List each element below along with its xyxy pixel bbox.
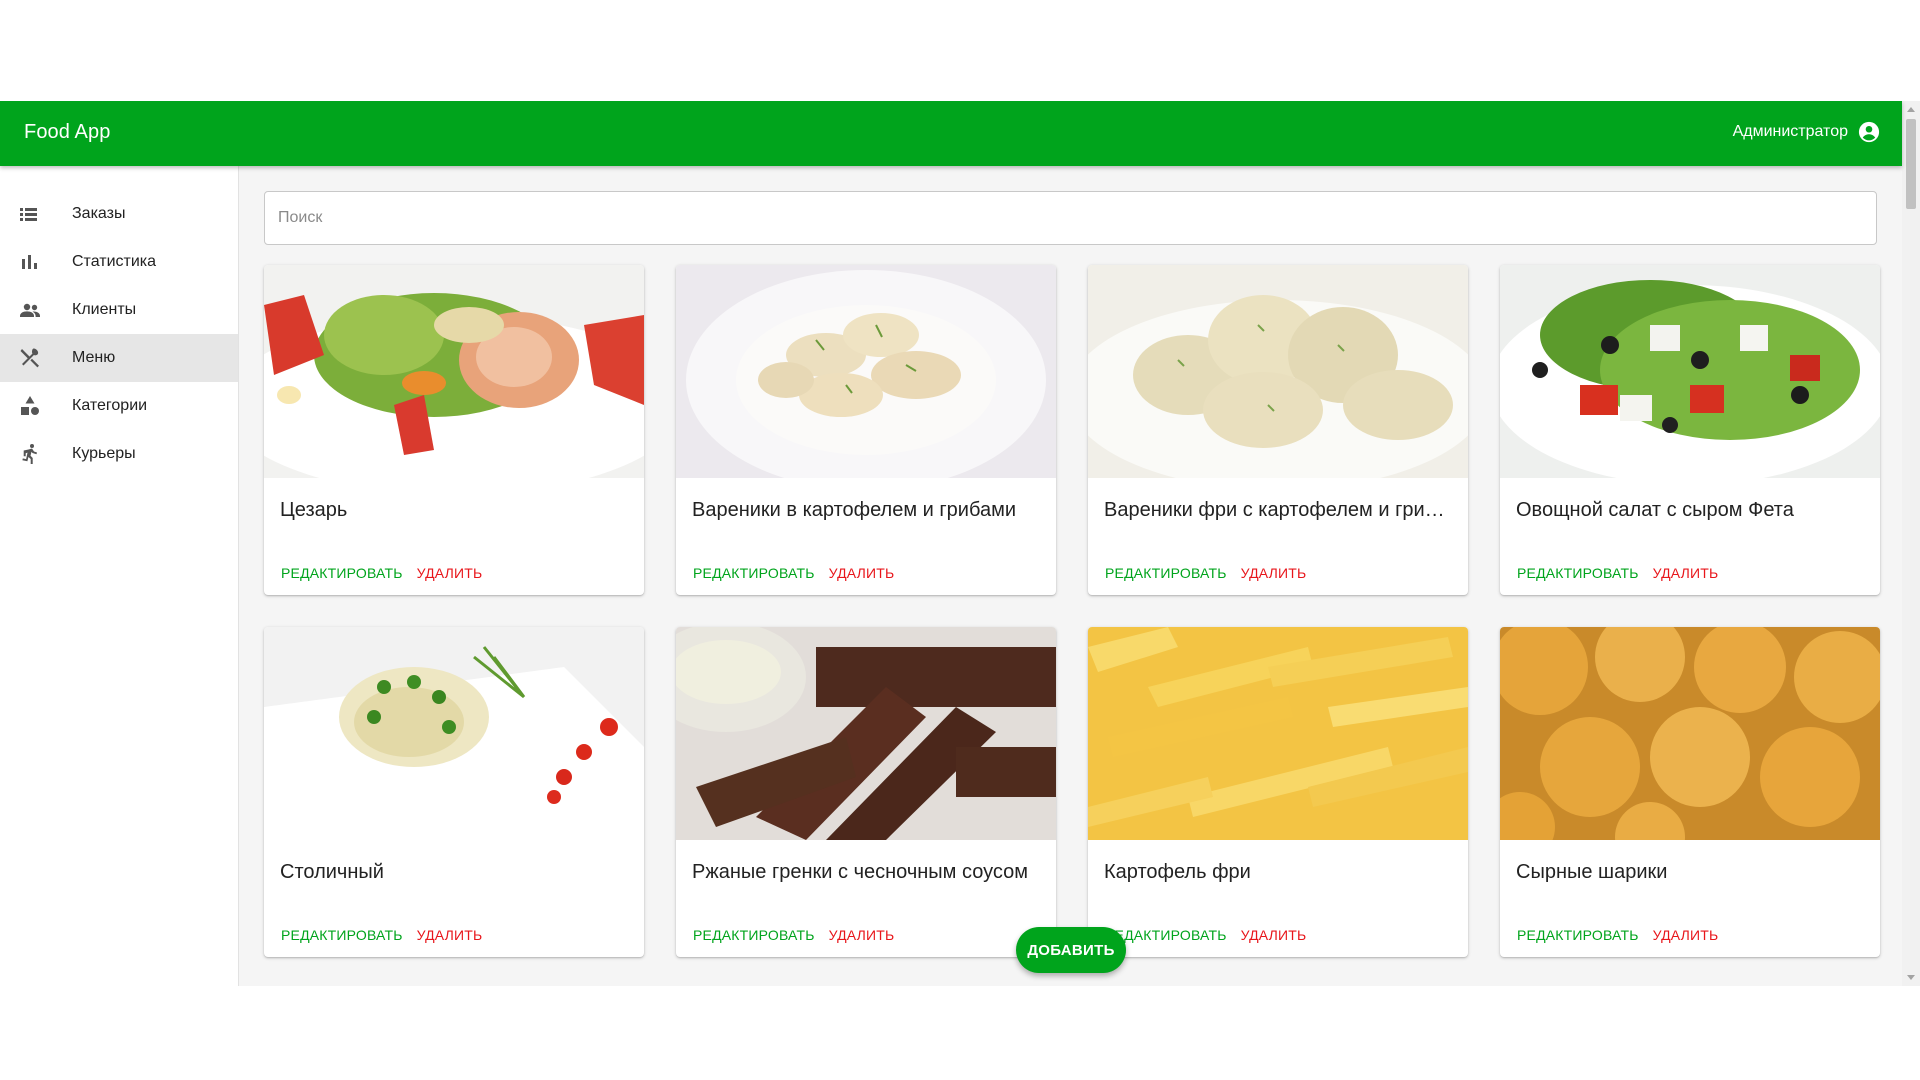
card-actions: РЕДАКТИРОВАТЬ УДАЛИТЬ [686,923,901,947]
utensils-icon [20,348,39,368]
sidebar-item-statistics[interactable]: Статистика [0,238,238,286]
menu-item-title: Картофель фри [1104,861,1251,883]
edit-button[interactable]: РЕДАКТИРОВАТЬ [1098,561,1234,585]
sidebar-item-label: Заказы [72,205,126,222]
menu-item-title: Цезарь [280,499,348,521]
search-field[interactable] [264,191,1877,245]
sidebar-nav: Заказы Статистика Клиенты Меню Категории… [0,166,238,478]
menu-card: Столичный РЕДАКТИРОВАТЬ УДАЛИТЬ [264,627,644,957]
menu-card: Вареники фри с картофелем и грибами РЕДА… [1088,265,1468,595]
scroll-thumb[interactable] [1906,119,1916,209]
caesar-salad-image [264,265,644,478]
card-actions: РЕДАКТИРОВАТЬ УДАЛИТЬ [686,561,901,585]
delete-button[interactable]: УДАЛИТЬ [1234,561,1314,585]
account-circle-icon[interactable] [1858,121,1880,143]
sidebar-item-orders[interactable]: Заказы [0,190,238,238]
card-actions: РЕДАКТИРОВАТЬ УДАЛИТЬ [1510,923,1725,947]
sidebar-item-label: Статистика [72,253,157,270]
menu-item-title: Ржаные гренки с чесночным соусом [692,861,1028,883]
cheese-balls-image [1500,627,1880,840]
sidebar-item-couriers[interactable]: Курьеры [0,430,238,478]
card-actions: РЕДАКТИРОВАТЬ УДАЛИТЬ [1098,923,1313,947]
sidebar-item-clients[interactable]: Клиенты [0,286,238,334]
bar-chart-icon [22,255,37,269]
delete-button[interactable]: УДАЛИТЬ [410,923,490,947]
add-button[interactable]: ДОБАВИТЬ [1016,927,1126,973]
menu-item-title: Столичный [280,861,384,883]
vareniki-plate-image [676,265,1056,478]
main-content: Цезарь РЕДАКТИРОВАТЬ УДАЛИТЬ Вареники в … [239,166,1902,986]
edit-button[interactable]: РЕДАКТИРОВАТЬ [274,923,410,947]
menu-item-title: Вареники в картофелем и грибами [692,499,1017,521]
sidebar-item-label: Клиенты [72,301,137,318]
card-actions: РЕДАКТИРОВАТЬ УДАЛИТЬ [274,561,489,585]
sidebar: Заказы Статистика Клиенты Меню Категории… [0,166,239,986]
edit-button[interactable]: РЕДАКТИРОВАТЬ [686,923,822,947]
menu-card: Картофель фри РЕДАКТИРОВАТЬ УДАЛИТЬ [1088,627,1468,957]
list-icon [20,208,37,221]
delete-button[interactable]: УДАЛИТЬ [1646,561,1726,585]
edit-button[interactable]: РЕДАКТИРОВАТЬ [1510,923,1646,947]
edit-button[interactable]: РЕДАКТИРОВАТЬ [1510,561,1646,585]
app-title: Food App [24,121,111,143]
french-fries-image [1088,627,1468,840]
delete-button[interactable]: УДАЛИТЬ [1234,923,1314,947]
delete-button[interactable]: УДАЛИТЬ [410,561,490,585]
sidebar-item-label: Курьеры [72,445,136,462]
delete-button[interactable]: УДАЛИТЬ [822,561,902,585]
menu-card: Сырные шарики РЕДАКТИРОВАТЬ УДАЛИТЬ [1500,627,1880,957]
menu-item-title: Вареники фри с картофелем и грибами [1104,499,1454,521]
card-actions: РЕДАКТИРОВАТЬ УДАЛИТЬ [1510,561,1725,585]
scroll-down-arrow-icon[interactable] [1907,975,1915,980]
sidebar-item-label: Меню [72,349,116,366]
search-input[interactable] [265,192,1876,244]
menu-card: Ржаные гренки с чесночным соусом РЕДАКТИ… [676,627,1056,957]
menu-card: Цезарь РЕДАКТИРОВАТЬ УДАЛИТЬ [264,265,644,595]
edit-button[interactable]: РЕДАКТИРОВАТЬ [274,561,410,585]
delete-button[interactable]: УДАЛИТЬ [1646,923,1726,947]
menu-card: Овощной салат с сыром Фета РЕДАКТИРОВАТЬ… [1500,265,1880,595]
delete-button[interactable]: УДАЛИТЬ [822,923,902,947]
category-shapes-icon [21,396,39,415]
edit-button[interactable]: РЕДАКТИРОВАТЬ [686,561,822,585]
sidebar-item-menu[interactable]: Меню [0,334,238,382]
menu-item-title: Сырные шарики [1516,861,1668,883]
stolichny-salad-image [264,627,644,840]
card-actions: РЕДАКТИРОВАТЬ УДАЛИТЬ [1098,561,1313,585]
running-person-icon [22,444,37,464]
app-bar: Food App Администратор [0,101,1902,166]
user-menu[interactable]: Администратор [1733,121,1880,143]
fried-vareniki-image [1088,265,1468,478]
sidebar-item-label: Категории [72,397,148,414]
card-actions: РЕДАКТИРОВАТЬ УДАЛИТЬ [274,923,489,947]
menu-item-title: Овощной салат с сыром Фета [1516,499,1794,521]
rye-croutons-image [676,627,1056,840]
app-window: Food App Администратор Заказы Статистика… [0,101,1920,986]
menu-card: Вареники в картофелем и грибами РЕДАКТИР… [676,265,1056,595]
sidebar-item-categories[interactable]: Категории [0,382,238,430]
page-scrollbar[interactable] [1902,101,1920,986]
scroll-up-arrow-icon[interactable] [1907,107,1915,112]
greek-salad-image [1500,265,1880,478]
people-icon [20,303,40,317]
user-name: Администратор [1732,123,1848,140]
